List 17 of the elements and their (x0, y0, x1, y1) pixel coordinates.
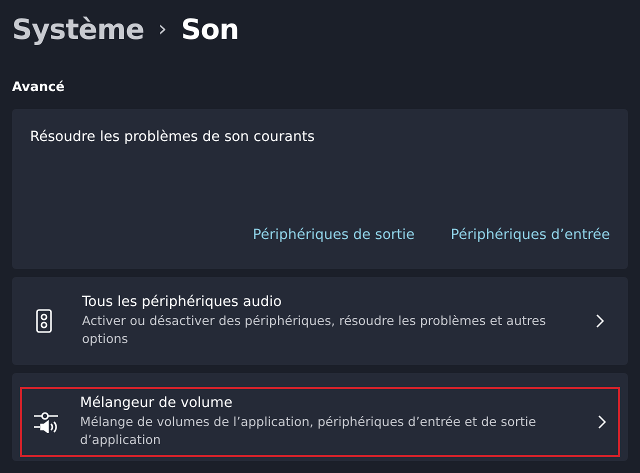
item-title: Tous les périphériques audio (82, 294, 283, 310)
card-title: Résoudre les problèmes de son courants (30, 129, 316, 145)
settings-item[interactable]: Mélangeur de volume Mélange de volumes de l’application, périphériques d’entrée et de sortie d’application (12, 373, 628, 461)
item-description: Activer ou désactiver des périphériques, résoudre les problèmes et autres options (82, 312, 547, 348)
chevron-right-icon (596, 314, 604, 328)
volume-mixer-icon (34, 411, 60, 433)
section-title: Avancé (12, 80, 66, 95)
chevron-right-icon (598, 415, 606, 429)
device-link[interactable]: Périphériques d’entrée (450, 227, 610, 243)
breadcrumb-separator: › (158, 16, 167, 42)
breadcrumb-parent[interactable]: Système (12, 12, 144, 46)
settings-item[interactable]: Tous les périphériques audio Activer ou désactiver des périphériques, résoudre les problèmes et autres options (12, 277, 628, 365)
item-title: Mélangeur de volume (80, 395, 234, 411)
page-title: Son (180, 12, 239, 46)
speaker-icon (36, 309, 52, 333)
item-description: Mélange de volumes de l’application, périphériques d’entrée et de sortie d’application (80, 413, 538, 449)
device-link[interactable]: Périphériques de sortie (252, 227, 415, 243)
